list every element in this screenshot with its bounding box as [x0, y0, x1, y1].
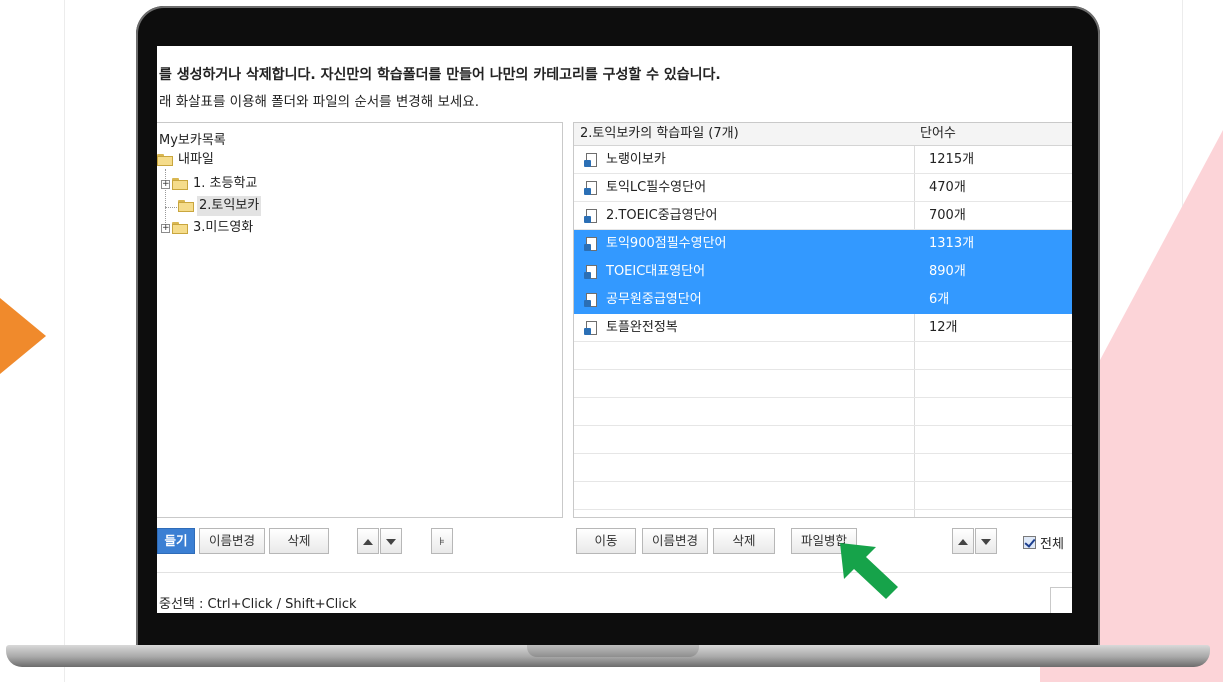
word-count-cell: 1215개 — [929, 152, 975, 167]
file-name-cell: TOEIC대표영단어 — [584, 258, 705, 286]
file-name-cell: 2.TOEIC중급영단어 — [584, 202, 718, 230]
expand-toggle-icon[interactable]: + — [161, 223, 170, 233]
orange-arrow-icon — [0, 298, 46, 374]
folder-tree-panel: My보카목록 내파일 + 1. 초등학교 2.토익보카 + 3.미드영화 — [157, 122, 563, 518]
tree-node-my-files[interactable]: 내파일 — [157, 150, 216, 170]
tree-view-button[interactable]: ⊧ — [431, 528, 453, 554]
empty-row — [574, 482, 1072, 510]
word-count-cell: 1313개 — [929, 236, 975, 251]
folder-icon — [157, 154, 173, 166]
file-list-panel: 2.토익보카의 학습파일 (7개) 단어수 노랭이보카 1215개토익LC필수영단… — [573, 122, 1072, 518]
folder-move-up-button[interactable] — [357, 528, 379, 554]
empty-row — [574, 398, 1072, 426]
word-count-cell: 6개 — [929, 292, 950, 307]
word-count-cell: 700개 — [929, 208, 966, 223]
empty-row — [574, 454, 1072, 482]
folder-icon — [172, 222, 188, 234]
move-file-button[interactable]: 이동 — [576, 528, 636, 554]
file-row[interactable]: 노랭이보카 1215개 — [574, 146, 1072, 174]
word-count-cell: 890개 — [929, 264, 966, 279]
folder-icon — [172, 178, 188, 190]
file-move-up-button[interactable] — [952, 528, 974, 554]
word-count-cell: 12개 — [929, 320, 958, 335]
select-all-checkbox[interactable]: 전체 — [1023, 533, 1064, 552]
empty-row — [574, 370, 1072, 398]
file-row[interactable]: 2.TOEIC중급영단어 700개 — [574, 202, 1072, 230]
tree-node-label: 2.토익보카 — [197, 196, 262, 216]
document-icon — [584, 181, 598, 195]
page-border-left — [64, 0, 65, 682]
tree-node-label: 3.미드영화 — [193, 220, 254, 235]
file-move-down-button[interactable] — [975, 528, 997, 554]
tree-root-label[interactable]: My보카목록 — [159, 129, 226, 148]
app-screen: 를 생성하거나 삭제합니다. 자신만의 학습폴더를 만들어 나만의 카테고리를 … — [157, 46, 1072, 613]
delete-folder-button[interactable]: 삭제 — [269, 528, 329, 554]
folder-icon — [178, 200, 194, 212]
empty-row — [574, 426, 1072, 454]
multi-select-hint: 중선택 : Ctrl+Click / Shift+Click — [159, 597, 357, 612]
make-folder-button[interactable]: 들기 — [157, 528, 195, 554]
file-row[interactable]: 토익LC필수영단어 470개 — [574, 174, 1072, 202]
file-row[interactable]: 공무원중급영단어 6개 — [574, 286, 1072, 314]
document-icon — [584, 321, 598, 335]
document-icon — [584, 153, 598, 167]
green-pointer-arrow-icon — [840, 543, 898, 599]
rename-folder-button[interactable]: 이름변경 — [199, 528, 265, 554]
word-count-cell: 470개 — [929, 180, 966, 195]
header-word-count[interactable]: 단어수 — [920, 123, 956, 145]
file-name-cell: 노랭이보카 — [584, 146, 666, 174]
delete-file-button[interactable]: 삭제 — [713, 528, 775, 554]
rename-file-button[interactable]: 이름변경 — [642, 528, 708, 554]
file-name-label: 2.TOEIC중급영단어 — [606, 208, 718, 223]
description-line-1: 를 생성하거나 삭제합니다. 자신만의 학습폴더를 만들어 나만의 카테고리를 … — [159, 67, 721, 83]
tree-guide-line — [165, 207, 177, 208]
document-icon — [584, 293, 598, 307]
file-name-label: 토플완전정복 — [606, 320, 678, 335]
file-row[interactable]: 토익900점필수영단어 1313개 — [574, 230, 1072, 258]
file-name-cell: 토플완전정복 — [584, 314, 678, 342]
file-name-cell: 공무원중급영단어 — [584, 286, 702, 314]
file-name-label: 토익LC필수영단어 — [606, 180, 707, 195]
file-name-cell: 토익900점필수영단어 — [584, 230, 727, 258]
tree-node-drama-movie[interactable]: + 3.미드영화 — [161, 218, 255, 238]
file-name-label: TOEIC대표영단어 — [606, 264, 706, 279]
empty-row — [574, 342, 1072, 370]
tree-node-label: 내파일 — [178, 152, 214, 167]
file-name-cell: 토익LC필수영단어 — [584, 174, 706, 202]
file-row[interactable]: 토플완전정복 12개 — [574, 314, 1072, 342]
file-name-label: 노랭이보카 — [606, 152, 666, 167]
checkbox-checked-icon[interactable] — [1023, 536, 1036, 549]
tree-view-icon: ⊧ — [439, 535, 445, 548]
description-line-2: 래 화살표를 이용해 폴더와 파일의 순서를 변경해 보세요. — [159, 94, 479, 110]
document-icon — [584, 237, 598, 251]
select-all-label: 전체 — [1040, 537, 1064, 552]
file-name-label: 공무원중급영단어 — [606, 292, 702, 307]
status-panel-edge — [1050, 587, 1072, 613]
laptop-notch — [527, 645, 699, 657]
expand-toggle-icon[interactable]: + — [161, 179, 170, 189]
file-list-header: 2.토익보카의 학습파일 (7개) 단어수 — [574, 123, 1072, 146]
document-icon — [584, 209, 598, 223]
document-icon — [584, 265, 598, 279]
file-row[interactable]: TOEIC대표영단어 890개 — [574, 258, 1072, 286]
header-file-name[interactable]: 2.토익보카의 학습파일 (7개) — [580, 123, 739, 145]
tree-node-toeic-voca[interactable]: 2.토익보카 — [178, 196, 262, 216]
status-bar: 중선택 : Ctrl+Click / Shift+Click — [157, 572, 1072, 613]
tree-node-elementary[interactable]: + 1. 초등학교 — [161, 174, 259, 194]
file-name-label: 토익900점필수영단어 — [606, 236, 727, 251]
folder-move-down-button[interactable] — [380, 528, 402, 554]
tree-node-label: 1. 초등학교 — [193, 176, 258, 191]
